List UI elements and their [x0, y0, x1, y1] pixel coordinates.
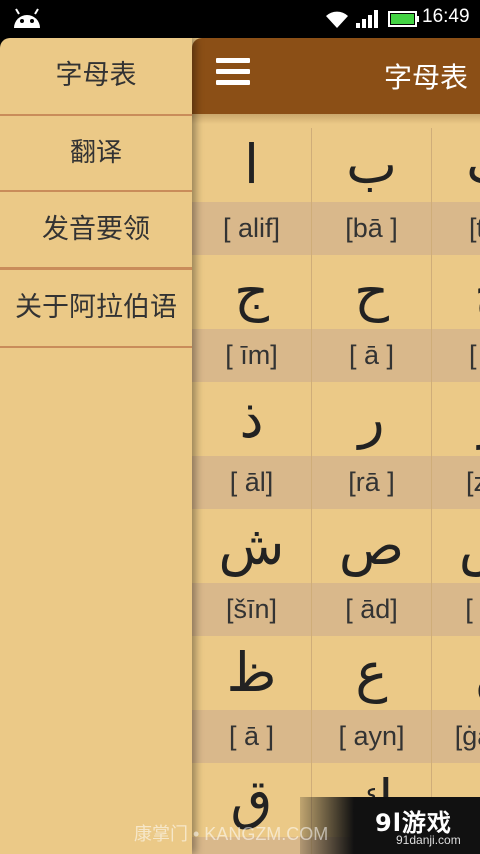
transliteration: [ īm] [192, 329, 311, 382]
app-bar: 字母表 [192, 38, 480, 114]
letter-cell[interactable]: ز [zā ] [432, 382, 480, 509]
letter-cell[interactable]: غ [ġayn] [432, 636, 480, 763]
arabic-letter: ج [234, 260, 269, 323]
arabic-letter: ت [432, 128, 480, 202]
arabic-letter: ا [243, 133, 259, 196]
arabic-letter: ص [338, 514, 405, 577]
transliteration: [rā ] [312, 456, 431, 509]
navigation-drawer: 字母表 翻译 发音要领 关于阿拉伯语 [0, 38, 192, 854]
letter-cell[interactable]: ذ [ āl] [192, 382, 312, 509]
transliteration: [ alif] [192, 202, 311, 255]
transliteration: [ ā ] [312, 329, 431, 382]
drawer-item-about-arabic[interactable]: 关于阿拉伯语 [0, 270, 192, 346]
drawer-item-alphabet[interactable]: 字母表 [0, 38, 192, 114]
transliteration: [tā ] [432, 202, 480, 255]
android-icon [14, 8, 40, 28]
arabic-letter: ز [432, 382, 480, 456]
battery-icon [388, 11, 419, 27]
status-bar: 16:49 [0, 0, 480, 38]
drawer-item-pronunciation[interactable]: 发音要领 [0, 192, 192, 268]
transliteration: [ ā ] [192, 710, 311, 763]
drawer-divider [0, 346, 192, 348]
letter-cell[interactable]: ا [ alif] [192, 128, 312, 255]
letter-cell[interactable]: ش [šīn] [192, 509, 312, 636]
arabic-letter: ش [218, 514, 285, 577]
arabic-letter: ب [346, 133, 397, 196]
letter-cell[interactable]: ت [tā ] [432, 128, 480, 255]
menu-icon[interactable] [216, 58, 250, 92]
transliteration: [ġayn] [432, 710, 480, 763]
status-time: 16:49 [422, 6, 470, 27]
letter-cell[interactable]: ب [bā ] [312, 128, 432, 255]
arabic-letter: ح [354, 260, 389, 323]
arabic-letter: خ [432, 255, 480, 329]
wifi-icon [326, 11, 348, 28]
letter-cell[interactable]: ع [ ayn] [312, 636, 432, 763]
letter-cell[interactable]: ح [ ā ] [312, 255, 432, 382]
letter-cell[interactable]: ج [ īm] [192, 255, 312, 382]
transliteration: [ ād] [432, 583, 480, 636]
letter-cell[interactable]: ر [rā ] [312, 382, 432, 509]
arabic-letter: ظ [226, 641, 277, 704]
transliteration: [ ād] [312, 583, 431, 636]
transliteration: [ ayn] [312, 710, 431, 763]
watermark: 康掌门 • KANGZM.COM [134, 824, 329, 844]
transliteration: [bā ] [312, 202, 431, 255]
main-panel: 字母表 ا [ alif] ب [bā ] ت [tā ] ج [ īm] ح … [192, 38, 480, 854]
transliteration: [ āl] [192, 456, 311, 509]
letter-cell[interactable]: ض [ ād] [432, 509, 480, 636]
app-bar-shadow [192, 114, 480, 124]
signal-icon [356, 10, 378, 28]
transliteration: [šīn] [192, 583, 311, 636]
logo-site: 91danji.com [396, 833, 461, 847]
arabic-letter: ع [355, 641, 388, 704]
arabic-letter: غ [432, 636, 480, 710]
arabic-letter: ر [358, 387, 385, 450]
drawer-item-translate[interactable]: 翻译 [0, 116, 192, 190]
arabic-letter: ذ [239, 387, 264, 450]
transliteration: [ ā ] [432, 329, 480, 382]
letter-cell[interactable]: ص [ ād] [312, 509, 432, 636]
letter-cell[interactable]: ظ [ ā ] [192, 636, 312, 763]
arabic-letter: ض [432, 509, 480, 583]
page-title: 字母表 [384, 61, 469, 94]
transliteration: [zā ] [432, 456, 480, 509]
letter-cell[interactable]: خ [ ā ] [432, 255, 480, 382]
